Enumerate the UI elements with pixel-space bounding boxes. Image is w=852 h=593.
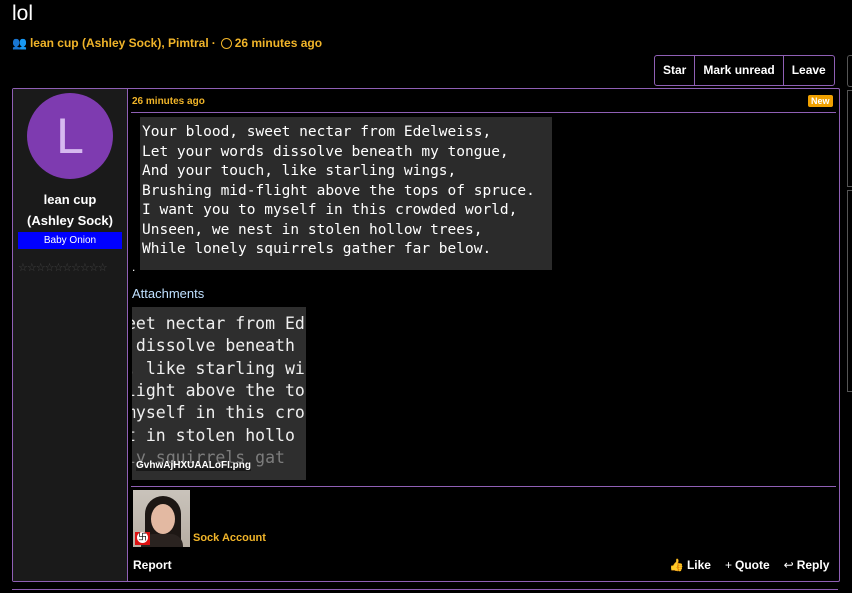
- thumbnail-text-line: , like starling wi: [132, 359, 305, 378]
- poem-line: While lonely squirrels gather far below.: [142, 241, 492, 257]
- message-post: L lean cup (Ashley Sock) Baby Onion ☆☆☆☆…: [12, 88, 840, 582]
- divider: [131, 112, 836, 113]
- meta-separator: ·: [211, 36, 216, 50]
- attachment-filename[interactable]: GvhwAjHXUAALoFI.png: [136, 460, 251, 471]
- like-button[interactable]: 👍 Like: [669, 558, 711, 572]
- poem-line: Your blood, sweet nectar from Edelweiss,: [142, 124, 492, 140]
- rating-stars: ☆☆☆☆☆☆☆☆☆☆: [18, 262, 108, 274]
- flag-icon: [135, 532, 150, 545]
- poem-line: And your touch, like starling wings,: [142, 163, 457, 179]
- poem-line: I want you to myself in this crowded wor…: [142, 202, 518, 218]
- new-badge: New: [808, 95, 833, 107]
- avatar[interactable]: L: [27, 93, 113, 179]
- post-time[interactable]: 26 minutes ago: [132, 96, 205, 107]
- reply-label: Reply: [796, 558, 830, 572]
- reply-button[interactable]: ↩ Reply: [784, 558, 830, 572]
- thread-meta: 👥 lean cup (Ashley Sock), Pimtral · 26 m…: [12, 36, 322, 50]
- thumbs-up-icon: 👍: [669, 558, 684, 572]
- signature-divider: [131, 486, 836, 487]
- reply-arrow-icon: ↩: [783, 558, 794, 572]
- trailing-dot: .: [132, 260, 136, 274]
- clock-icon: [220, 37, 232, 49]
- username[interactable]: lean cup (Ashley Sock): [13, 189, 127, 231]
- attachment-thumbnail[interactable]: eet nectar from Ed dissolve beneath , li…: [132, 307, 306, 480]
- attachments-label: Attachments: [132, 286, 205, 301]
- thumbnail-text-line: myself in this cro: [132, 403, 305, 422]
- user-pane: L lean cup (Ashley Sock) Baby Onion ☆☆☆☆…: [13, 89, 128, 581]
- username-line1: lean cup: [43, 192, 97, 207]
- poem-line: Unseen, we nest in stolen hollow trees,: [142, 221, 483, 238]
- thumbnail-text-line: dissolve beneath: [132, 336, 295, 355]
- quote-button[interactable]: + Quote: [725, 558, 770, 572]
- post-actions: 👍 Like + Quote ↩ Reply: [669, 558, 829, 572]
- thumbnail-text-line: eet nectar from Ed: [132, 314, 305, 333]
- leave-button[interactable]: Leave: [782, 56, 834, 85]
- poem-line: Let your words dissolve beneath my tongu…: [142, 143, 509, 160]
- participants-link[interactable]: lean cup (Ashley Sock), Pimtral: [30, 36, 209, 50]
- quoted-code-block: Your blood, sweet nectar from Edelweiss,…: [140, 117, 552, 270]
- sidebar-edge: [847, 55, 852, 87]
- star-button[interactable]: Star: [655, 56, 694, 85]
- thread-title: lol: [12, 2, 34, 25]
- user-title-badge: Baby Onion: [18, 232, 122, 249]
- signature-text: Sock Account: [193, 532, 266, 544]
- thread-age[interactable]: 26 minutes ago: [235, 36, 322, 50]
- next-post-edge: [12, 589, 838, 593]
- report-link[interactable]: Report: [133, 558, 172, 572]
- thread-action-bar: Star Mark unread Leave: [654, 55, 835, 86]
- username-line2: (Ashley Sock): [27, 213, 113, 228]
- plus-icon: +: [724, 558, 732, 572]
- thumbnail-text-line: t in stolen hollo: [132, 426, 295, 445]
- mark-unread-button[interactable]: Mark unread: [694, 56, 782, 85]
- sidebar-edge: [847, 90, 852, 187]
- like-label: Like: [686, 558, 711, 572]
- poem-line: Brushing mid-flight above the tops of sp…: [142, 182, 535, 199]
- sidebar-edge: [847, 190, 852, 392]
- photo-face: [151, 504, 175, 534]
- thumbnail-text-line: light above the to: [132, 381, 305, 400]
- quote-label: Quote: [734, 558, 770, 572]
- participants-icon: 👥: [12, 36, 27, 50]
